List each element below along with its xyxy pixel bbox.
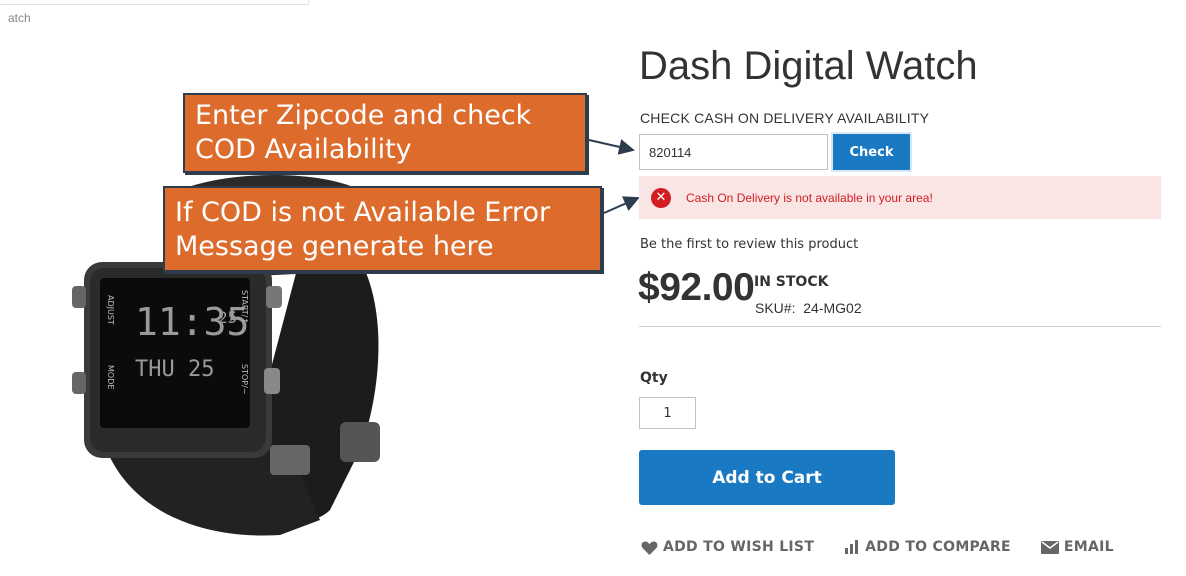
check-cod-button[interactable]: Check bbox=[833, 134, 910, 170]
product-price: $92.00 bbox=[638, 266, 755, 309]
sku-value: 24-MG02 bbox=[803, 300, 862, 316]
x-circle-icon: ✕ bbox=[651, 187, 671, 208]
qty-label: Qty bbox=[640, 370, 668, 386]
watch-seconds: 25 bbox=[218, 308, 237, 327]
bar-chart-icon bbox=[844, 540, 860, 554]
product-sku: SKU#: 24-MG02 bbox=[755, 300, 862, 316]
compare-label: ADD TO COMPARE bbox=[865, 539, 1011, 555]
email-label: EMAIL bbox=[1063, 539, 1114, 555]
envelope-icon bbox=[1040, 540, 1059, 554]
product-actions: ADD TO WISH LIST ADD TO COMPARE EMAIL bbox=[641, 539, 1114, 555]
cod-error-text: Cash On Delivery is not available in you… bbox=[686, 190, 933, 205]
email-link[interactable]: EMAIL bbox=[1040, 539, 1114, 555]
callout-error-line1: If COD is not Available Error bbox=[175, 197, 551, 228]
zipcode-input[interactable] bbox=[639, 134, 828, 170]
cod-label: CHECK CASH ON DELIVERY AVAILABILITY bbox=[640, 110, 930, 126]
sku-label: SKU#: bbox=[755, 300, 796, 316]
add-to-wishlist-link[interactable]: ADD TO WISH LIST bbox=[641, 539, 814, 555]
watch-label-stop: STOP/− bbox=[240, 364, 249, 394]
qty-input[interactable] bbox=[639, 397, 696, 429]
breadcrumb[interactable]: atch bbox=[8, 11, 31, 25]
cod-error-message: ✕ Cash On Delivery is not available in y… bbox=[639, 176, 1161, 219]
product-title: Dash Digital Watch bbox=[639, 44, 978, 88]
callout-error: If COD is not Available Error Message ge… bbox=[163, 186, 602, 272]
callout-zipcode-line2: COD Availability bbox=[195, 134, 412, 165]
add-to-compare-link[interactable]: ADD TO COMPARE bbox=[844, 539, 1011, 555]
divider bbox=[639, 326, 1161, 327]
review-link[interactable]: Be the first to review this product bbox=[640, 237, 858, 252]
watch-day: THU 25 bbox=[135, 357, 214, 382]
arrow-to-zipcode bbox=[588, 139, 635, 155]
heart-icon bbox=[641, 540, 658, 555]
watch-label-start: START/↑ bbox=[240, 290, 249, 324]
watch-label-adjust: ADJUST bbox=[106, 295, 115, 325]
arrow-to-error bbox=[603, 196, 640, 214]
callout-zipcode-line1: Enter Zipcode and check bbox=[195, 100, 532, 131]
callout-error-line2: Message generate here bbox=[175, 231, 494, 262]
callout-zipcode: Enter Zipcode and check COD Availability bbox=[183, 93, 587, 173]
add-to-cart-button[interactable]: Add to Cart bbox=[639, 450, 895, 505]
stock-status: IN STOCK bbox=[754, 274, 829, 290]
watch-label-mode: MODE bbox=[106, 365, 115, 389]
header-search-box bbox=[0, 0, 309, 5]
wishlist-label: ADD TO WISH LIST bbox=[663, 539, 815, 555]
